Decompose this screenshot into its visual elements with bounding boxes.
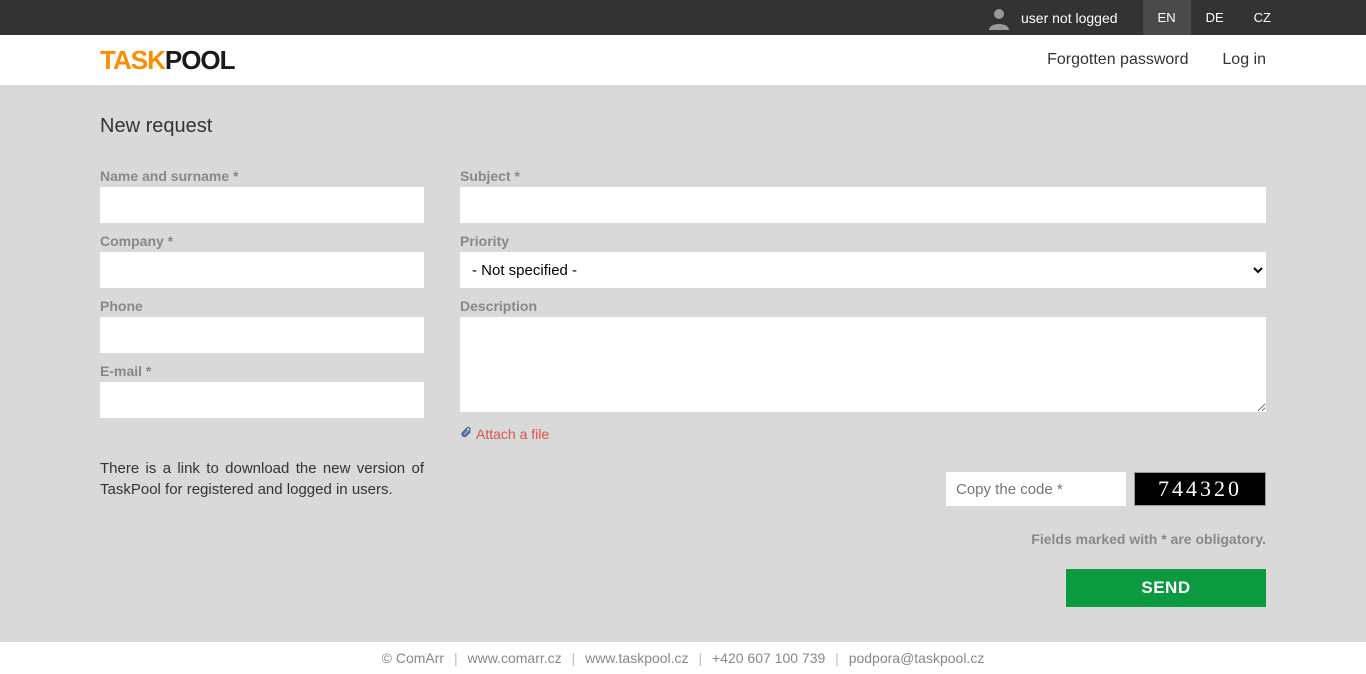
forgotten-password-link[interactable]: Forgotten password — [1047, 51, 1188, 68]
description-textarea[interactable] — [460, 317, 1266, 412]
phone-input[interactable] — [100, 317, 424, 353]
footer-copyright: © ComArr — [382, 650, 444, 666]
send-button[interactable]: SEND — [1066, 569, 1266, 607]
info-text: There is a link to download the new vers… — [100, 458, 424, 500]
email-input[interactable] — [100, 382, 424, 418]
footer-email[interactable]: podpora@taskpool.cz — [849, 650, 985, 666]
phone-label: Phone — [100, 298, 424, 314]
email-label: E-mail * — [100, 363, 424, 379]
name-input[interactable] — [100, 187, 424, 223]
captcha-code: 744320 — [1158, 476, 1242, 502]
logo[interactable]: TASKPOOL — [100, 45, 235, 76]
priority-label: Priority — [460, 233, 1266, 249]
footer: © ComArr | www.comarr.cz | www.taskpool.… — [0, 642, 1366, 674]
captcha-row: 744320 — [460, 472, 1266, 506]
footer-sep: | — [698, 650, 702, 666]
avatar-icon — [987, 6, 1011, 30]
attach-row: Attach a file — [460, 425, 1266, 442]
user-info: user not logged — [987, 6, 1118, 30]
attach-file-link[interactable]: Attach a file — [476, 426, 549, 442]
captcha-image: 744320 — [1134, 472, 1266, 506]
header: TASKPOOL Forgotten password Log in — [0, 35, 1366, 85]
captcha-input[interactable] — [946, 472, 1126, 506]
subject-input[interactable] — [460, 187, 1266, 223]
main-content: New request Name and surname * Company *… — [0, 85, 1366, 642]
right-column: Subject * Priority - Not specified - Des… — [460, 168, 1266, 607]
company-input[interactable] — [100, 252, 424, 288]
footer-sep: | — [835, 650, 839, 666]
company-label: Company * — [100, 233, 424, 249]
footer-link-comarr[interactable]: www.comarr.cz — [468, 650, 562, 666]
page-title: New request — [100, 115, 1266, 138]
footer-phone: +420 607 100 739 — [712, 650, 825, 666]
lang-en[interactable]: EN — [1143, 0, 1191, 35]
footer-sep: | — [572, 650, 576, 666]
lang-cz[interactable]: CZ — [1239, 0, 1286, 35]
footer-link-taskpool[interactable]: www.taskpool.cz — [585, 650, 688, 666]
language-switcher: EN DE CZ — [1143, 0, 1286, 35]
subject-label: Subject * — [460, 168, 1266, 184]
left-column: Name and surname * Company * Phone E-mai… — [100, 168, 424, 607]
logo-task: TASK — [100, 45, 165, 75]
obligatory-note: Fields marked with * are obligatory. — [460, 531, 1266, 547]
priority-select[interactable]: - Not specified - — [460, 252, 1266, 288]
log-in-link[interactable]: Log in — [1222, 51, 1266, 68]
name-label: Name and surname * — [100, 168, 424, 184]
paperclip-icon — [460, 425, 472, 442]
description-label: Description — [460, 298, 1266, 314]
header-links: Forgotten password Log in — [1017, 51, 1266, 69]
lang-de[interactable]: DE — [1191, 0, 1239, 35]
footer-sep: | — [454, 650, 458, 666]
user-status-text: user not logged — [1021, 10, 1118, 26]
logo-pool: POOL — [165, 45, 235, 75]
top-bar: user not logged EN DE CZ — [0, 0, 1366, 35]
